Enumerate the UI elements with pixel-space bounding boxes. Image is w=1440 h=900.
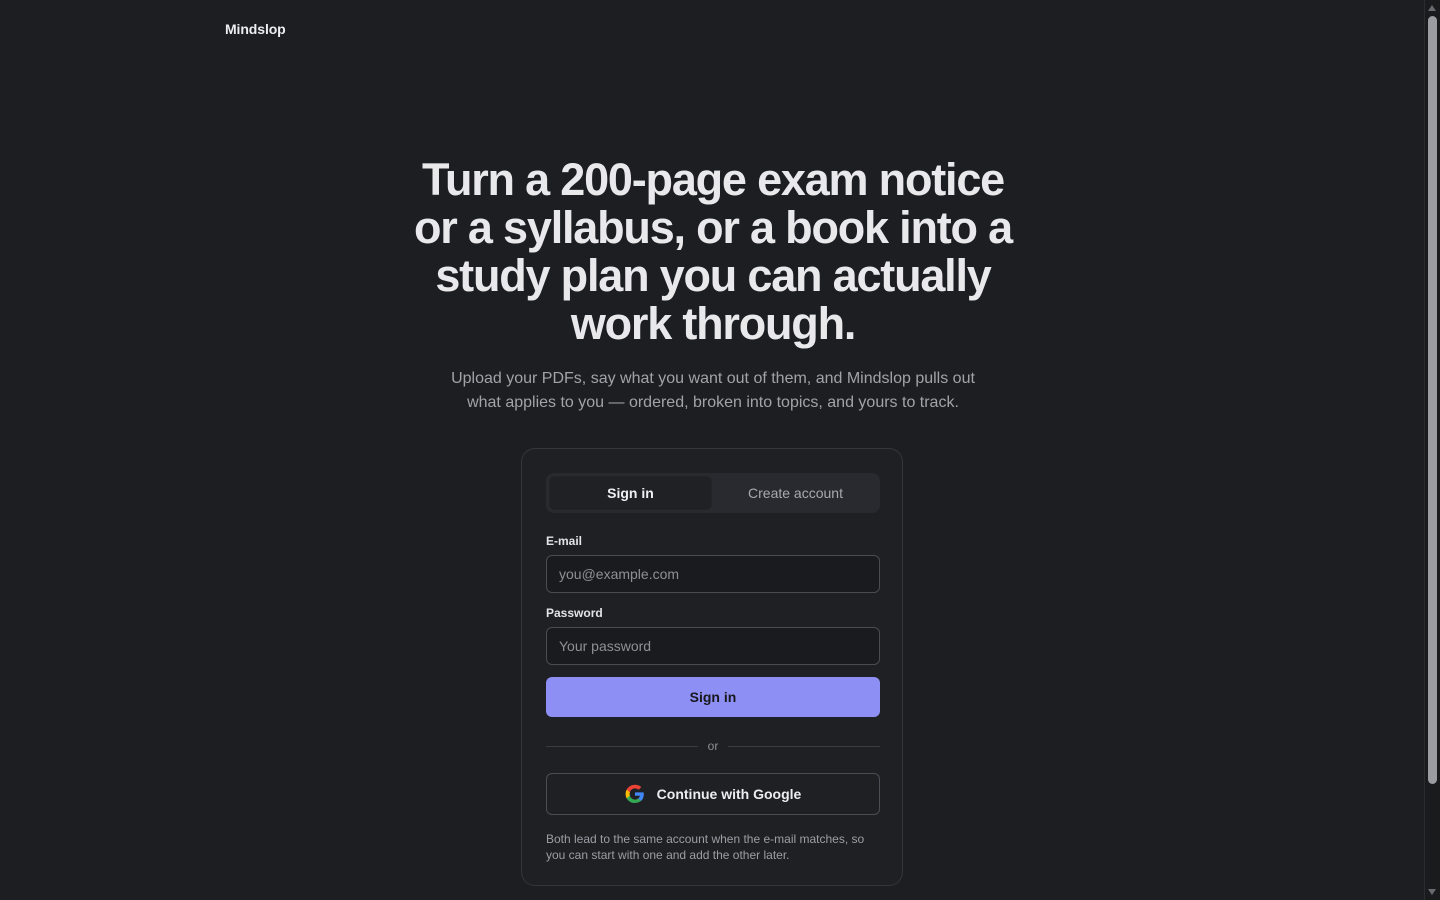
divider-line-right: [728, 745, 881, 747]
password-label: Password: [546, 606, 603, 620]
scrollbar-thumb[interactable]: [1428, 16, 1437, 784]
scroll-up-arrow-icon[interactable]: [1428, 5, 1436, 11]
email-label: E-mail: [546, 534, 583, 548]
hero-subtitle: Upload your PDFs, say what you want out …: [451, 370, 975, 411]
auth-page: Mindslop Turn a 200-page exam notice or …: [0, 0, 1425, 900]
tab-create-account[interactable]: Create account: [714, 476, 877, 510]
scroll-down-arrow-icon[interactable]: [1428, 889, 1436, 895]
google-button-label: Continue with Google: [656, 786, 802, 802]
vertical-scrollbar[interactable]: [1424, 0, 1440, 900]
hero-title: Turn a 200-page exam notice or a syllabu…: [414, 154, 1013, 349]
password-field[interactable]: [546, 627, 880, 665]
auth-helper-text: Both lead to the same account when the e…: [546, 832, 865, 862]
continue-with-google-button[interactable]: Continue with Google: [546, 773, 880, 815]
tab-sign-in[interactable]: Sign in: [549, 476, 712, 510]
email-field[interactable]: [546, 555, 880, 593]
sign-in-button[interactable]: Sign in: [546, 677, 880, 717]
google-g-icon: [625, 784, 645, 804]
auth-divider: or: [546, 737, 881, 755]
divider-or-text: or: [707, 739, 719, 753]
brand-logo-text: Mindslop: [225, 21, 286, 37]
auth-card: Sign in Create account E-mail Password S…: [521, 448, 903, 886]
auth-tabs: Sign in Create account: [546, 473, 880, 513]
divider-line-left: [546, 745, 698, 747]
